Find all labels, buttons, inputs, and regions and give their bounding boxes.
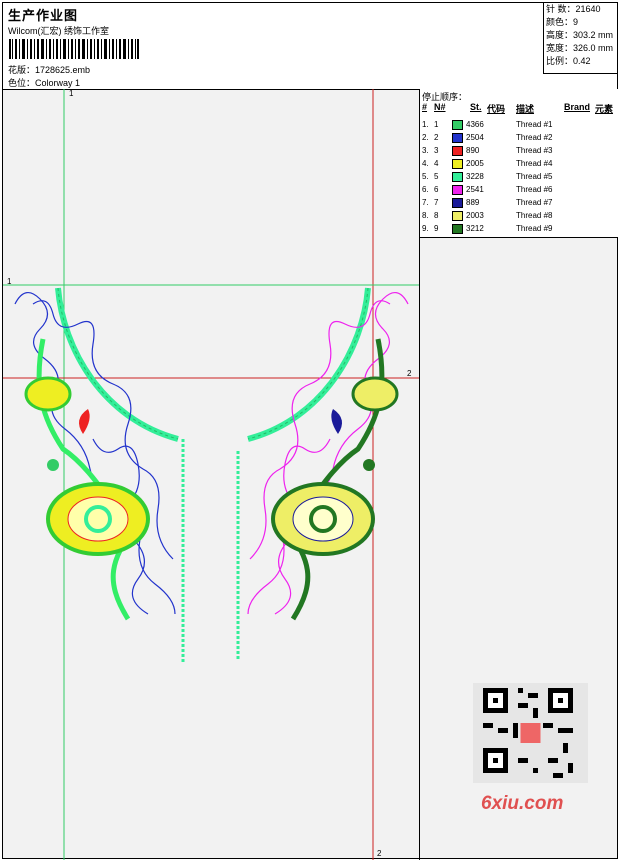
row-needle: 2	[434, 133, 439, 142]
row-index: 4.	[422, 159, 429, 168]
left-fill-pattern	[14, 292, 176, 615]
row-code: 889	[466, 198, 480, 207]
barcode	[9, 39, 139, 59]
row-needle: 6	[434, 185, 439, 194]
stat-colors: 颜色：9	[546, 17, 579, 27]
stat-height: 高度：303.2 mm	[546, 30, 614, 40]
color-swatch	[452, 159, 463, 169]
color-swatch	[452, 211, 463, 221]
row-desc: Thread #2	[516, 133, 553, 142]
stats-box: 针 数：21640 颜色：9 高度：303.2 mm 宽度：326.0 mm 比…	[543, 3, 618, 74]
row-needle: 4	[434, 159, 439, 168]
thread-row: 9. 9 3212 Thread #9	[422, 223, 612, 236]
pattern-label: 花版：	[8, 65, 36, 75]
row-desc: Thread #7	[516, 198, 553, 207]
production-sheet: 生产作业图 Wilcom(汇宏) 绣饰工作室 花版：1728625.emb 色位…	[2, 2, 618, 860]
header-element: 元素	[595, 104, 614, 114]
row-needle: 5	[434, 172, 439, 181]
stat-scale: 比例：0.42	[546, 56, 591, 66]
thread-row: 3. 3 890 Thread #3	[422, 145, 612, 158]
watermark: 6xiu.com	[481, 793, 564, 814]
row-desc: Thread #3	[516, 146, 553, 155]
row-index: 6.	[422, 185, 429, 194]
stat-width: 宽度：326.0 mm	[546, 43, 614, 53]
row-code: 4366	[466, 120, 484, 129]
colorway-line: 色位：Colorway 1	[8, 76, 80, 89]
row-desc: Thread #9	[516, 224, 553, 233]
row-code: 3228	[466, 172, 484, 181]
row-index: 3.	[422, 146, 429, 155]
sheet-title: 生产作业图	[8, 8, 79, 23]
guide-label-left-mid: 1	[7, 277, 12, 286]
color-swatch	[452, 224, 463, 234]
right-fill-pattern	[247, 292, 409, 615]
thread-row: 5. 5 3228 Thread #5	[422, 171, 612, 184]
row-desc: Thread #1	[516, 120, 553, 129]
thread-row: 8. 8 2003 Thread #8	[422, 210, 612, 223]
stat-stitches: 针 数：21640	[546, 4, 601, 14]
thread-row: 4. 4 2005 Thread #4	[422, 158, 612, 171]
sheet-subtitle: Wilcom(汇宏) 绣饰工作室	[8, 26, 109, 36]
row-desc: Thread #8	[516, 211, 553, 220]
colorway-label: 色位：	[8, 78, 36, 88]
color-swatch	[452, 146, 463, 156]
thread-panel: 停止顺序： # N# St. 代码 描述 Brand 元素 1. 1 4366 Thr…	[419, 89, 618, 238]
guide-label-right-mid: 2	[407, 369, 412, 378]
row-index: 8.	[422, 211, 429, 220]
row-index: 1.	[422, 120, 429, 129]
pattern-line: 花版：1728625.emb	[8, 63, 90, 76]
color-swatch	[452, 198, 463, 208]
color-swatch	[452, 120, 463, 130]
row-index: 7.	[422, 198, 429, 207]
thread-row: 1. 1 4366 Thread #1	[422, 119, 612, 132]
row-desc: Thread #4	[516, 159, 553, 168]
sheet-header: 生产作业图 Wilcom(汇宏) 绣饰工作室 花版：1728625.emb 色位…	[3, 3, 618, 90]
color-swatch	[452, 172, 463, 182]
row-code: 2005	[466, 159, 484, 168]
row-desc: Thread #6	[516, 185, 553, 194]
row-code: 2541	[466, 185, 484, 194]
thread-row: 7. 7 889 Thread #7	[422, 197, 612, 210]
row-desc: Thread #5	[516, 172, 553, 181]
thread-row: 2. 2 2504 Thread #2	[422, 132, 612, 145]
row-index: 2.	[422, 133, 429, 142]
header-num: #	[422, 102, 428, 112]
pattern-value: 1728625.emb	[35, 65, 91, 75]
guide-label-right-bottom: 2	[377, 849, 382, 858]
row-code: 890	[466, 146, 480, 155]
embroidery-preview	[3, 89, 419, 860]
header-brand: Brand	[564, 102, 591, 112]
color-swatch	[452, 185, 463, 195]
header-desc: 描述	[516, 104, 535, 114]
header-n: N#	[434, 102, 446, 112]
row-needle: 7	[434, 198, 439, 207]
header-code: 代码	[487, 104, 506, 114]
thread-row: 6. 6 2541 Thread #6	[422, 184, 612, 197]
left-flower	[24, 338, 150, 621]
row-index: 9.	[422, 224, 429, 233]
qr-code	[473, 683, 588, 783]
header-st: St.	[470, 102, 482, 112]
row-index: 5.	[422, 172, 429, 181]
row-needle: 9	[434, 224, 439, 233]
row-code: 3212	[466, 224, 484, 233]
color-swatch	[452, 133, 463, 143]
guide-label-left-top: 1	[69, 89, 74, 98]
neckline-stars	[57, 287, 369, 440]
colorway-value: Colorway 1	[35, 78, 81, 88]
row-needle: 1	[434, 120, 439, 129]
row-needle: 8	[434, 211, 439, 220]
row-needle: 3	[434, 146, 439, 155]
row-code: 2504	[466, 133, 484, 142]
design-canvas: 1 1 2 2	[3, 89, 420, 860]
neckline-trim	[55, 287, 371, 442]
row-code: 2003	[466, 211, 484, 220]
